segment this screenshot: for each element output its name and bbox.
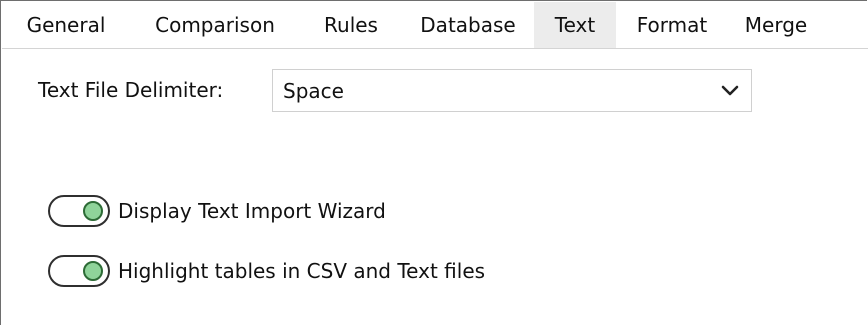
toggle-knob [83,201,103,221]
chevron-down-icon[interactable] [709,70,751,111]
delimiter-row: Text File Delimiter: [38,68,231,112]
tab-database[interactable]: Database [402,2,534,48]
settings-panel: General Comparison Rules Database Text F… [0,0,868,325]
tab-comparison[interactable]: Comparison [130,2,300,48]
tab-rules[interactable]: Rules [300,2,402,48]
delimiter-select-value: Space [283,78,344,103]
tab-general[interactable]: General [2,2,130,48]
delimiter-label: Text File Delimiter: [38,78,224,102]
delimiter-select[interactable]: Space [272,69,752,112]
option-row-highlight-tables: Highlight tables in CSV and Text files [48,251,485,291]
tab-format[interactable]: Format [616,2,728,48]
option-label: Display Text Import Wizard [118,199,386,223]
toggle-switch[interactable] [48,195,110,227]
toggle-switch[interactable] [48,255,110,287]
option-label: Highlight tables in CSV and Text files [118,259,486,283]
tab-bar: General Comparison Rules Database Text F… [2,2,868,49]
tab-merge[interactable]: Merge [728,2,824,48]
tab-text[interactable]: Text [534,2,616,48]
toggle-knob [83,261,103,281]
option-row-import-wizard: Display Text Import Wizard [48,191,386,231]
